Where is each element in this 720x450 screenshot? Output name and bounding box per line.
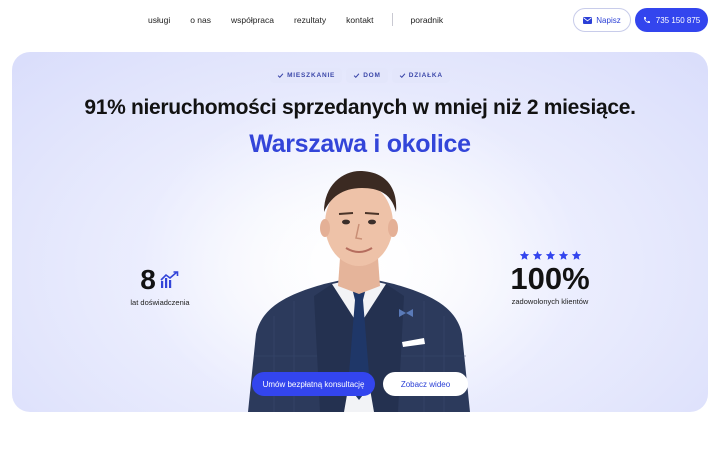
watch-video-button[interactable]: Zobacz wideo (383, 372, 468, 396)
check-icon (277, 73, 284, 78)
experience-label: lat doświadczenia (130, 298, 190, 307)
tag-label: DZIAŁKA (408, 72, 443, 79)
tag-dom: DOM (346, 68, 388, 83)
check-icon (399, 73, 406, 78)
tag-dzialka: DZIAŁKA (391, 68, 450, 83)
experience-value: 8 (140, 264, 156, 295)
star-icon (545, 250, 555, 260)
nav-link-poradnik[interactable]: poradnik (411, 15, 444, 25)
tag-label: MIESZKANIE (287, 72, 336, 79)
tag-mieszkanie: MIESZKANIE (270, 68, 343, 83)
star-icon (532, 250, 542, 260)
star-icon (519, 250, 529, 260)
rating-stars (500, 250, 600, 261)
experience-stat: 8 lat doświadczenia (124, 264, 196, 307)
hero-headline: 91% nieruchomości sprzedanych w mniej ni… (84, 96, 636, 119)
satisfaction-label: zadowolonych klientów (511, 297, 589, 306)
star-icon (571, 250, 581, 260)
write-button-label: Napisz (596, 15, 621, 25)
book-consultation-button[interactable]: Umów bezpłatną konsultację (252, 372, 375, 396)
phone-button-label: 735 150 875 (655, 15, 701, 25)
phone-button[interactable]: 735 150 875 (635, 8, 708, 32)
star-icon (558, 250, 568, 260)
phone-icon (643, 17, 650, 23)
nav-link-wspolpraca[interactable]: współpraca (231, 15, 274, 25)
write-button[interactable]: Napisz (573, 8, 631, 32)
top-navigation: usługi o nas współpraca rezultaty kontak… (0, 0, 720, 40)
nav-link-uslugi[interactable]: usługi (148, 15, 170, 25)
check-icon (353, 73, 360, 78)
nav-link-o-nas[interactable]: o nas (190, 15, 211, 25)
tag-label: DOM (363, 72, 381, 79)
hero-location: Warszawa i okolice (249, 130, 471, 158)
nav-divider (391, 13, 393, 26)
nav-link-rezultaty[interactable]: rezultaty (294, 15, 326, 25)
satisfaction-stat: 100% zadowolonych klientów (500, 250, 600, 306)
property-type-tags: MIESZKANIE DOM DZIAŁKA (12, 68, 708, 83)
nav-link-kontakt[interactable]: kontakt (346, 15, 373, 25)
nav-links: usługi o nas współpraca rezultaty kontak… (148, 13, 463, 26)
satisfaction-value: 100% (510, 261, 590, 296)
hero-section: MIESZKANIE DOM DZIAŁKA 91% nieruchomości… (12, 52, 708, 412)
growth-chart-icon (160, 271, 179, 288)
mail-icon (583, 16, 593, 24)
